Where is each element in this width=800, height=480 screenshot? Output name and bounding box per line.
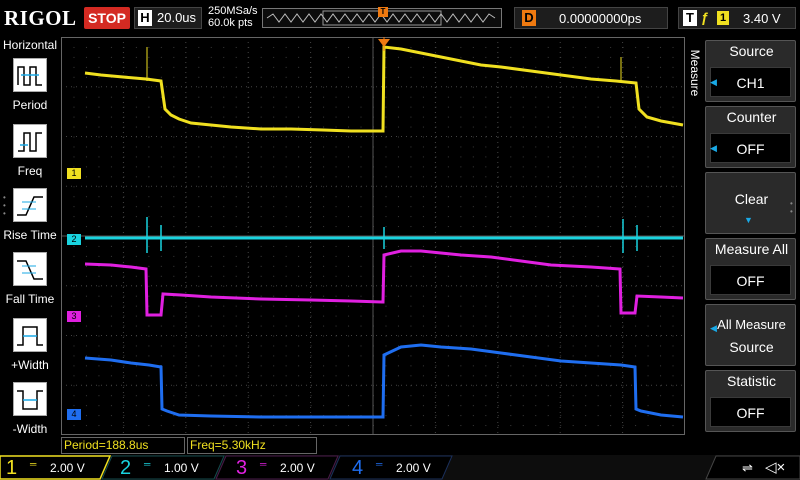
fall-time-icon [13, 252, 47, 286]
period-label: Period [12, 98, 48, 112]
measure-all-value: OFF [710, 265, 791, 295]
ch1-number: 1 [6, 457, 18, 479]
negative-width-icon [13, 382, 47, 416]
period-icon [13, 58, 47, 92]
ch3-number: 3 [236, 457, 248, 479]
positive-width-label: +Width [11, 358, 49, 372]
speaker-mute-icon[interactable]: ◁× [765, 458, 785, 476]
acquisition-info: 250MSa/s 60.0k pts [208, 5, 258, 29]
left-arrow-icon: ◀ [710, 323, 717, 333]
measure-all-softkey[interactable]: Measure All OFF [705, 238, 796, 300]
counter-value: OFF [710, 133, 791, 163]
measure-period-button[interactable]: Period [0, 58, 60, 122]
negative-width-label: -Width [12, 422, 48, 436]
source-softkey[interactable]: Source CH1 ◀ [705, 40, 796, 102]
ch1-ground-marker[interactable]: 1 [67, 168, 81, 179]
run-stop-button[interactable]: STOP [84, 7, 130, 29]
ch4-number: 4 [352, 457, 364, 479]
positive-width-icon [13, 318, 47, 352]
sample-rate: 250MSa/s [208, 5, 258, 17]
measure-freq-button[interactable]: Freq [0, 124, 60, 188]
ch4-scale: 2.00 V [396, 461, 431, 475]
measure-all-title: Measure All [714, 241, 789, 257]
page-indicator-icon: • • • [3, 193, 6, 218]
dc-coupling-icon: ═ [30, 459, 37, 469]
freq-label: Freq [17, 164, 43, 178]
menu-tab-label: Measure [688, 49, 702, 97]
dc-coupling-icon: ═ [144, 459, 151, 469]
ch4-status[interactable]: 4 ═ 2.00 V [346, 456, 456, 480]
ch1-status[interactable]: 1 ═ 2.00 V [0, 456, 110, 480]
clear-softkey[interactable]: Clear ▼ [705, 172, 796, 234]
clear-title: Clear [734, 191, 769, 207]
ch2-number: 2 [120, 457, 132, 479]
timebase-value: 20.0us [157, 10, 197, 25]
ch3-status[interactable]: 3 ═ 2.00 V [230, 456, 340, 480]
delay-value: 0.00000000ps [559, 11, 642, 26]
measure-negative-width-button[interactable]: -Width [0, 382, 60, 446]
left-arrow-icon: ◀ [710, 77, 717, 87]
usb-icon: ⇌ [742, 460, 753, 475]
rise-time-icon [13, 188, 47, 222]
all-measure-title: All Measure [717, 317, 786, 332]
trigger-source: 1 [717, 11, 729, 25]
measure-fall-time-button[interactable]: Fall Time [0, 252, 60, 316]
statistic-value: OFF [710, 397, 791, 427]
fall-time-label: Fall Time [5, 292, 55, 306]
ch3-scale: 2.00 V [280, 461, 315, 475]
counter-title: Counter [726, 109, 777, 125]
source-value: CH1 [710, 67, 791, 97]
dc-coupling-icon: ═ [376, 459, 383, 469]
ch1-scale: 2.00 V [50, 461, 85, 475]
rise-time-label: Rise Time [3, 228, 57, 242]
measure-positive-width-button[interactable]: +Width [0, 318, 60, 382]
memory-depth: 60.0k pts [208, 17, 253, 29]
all-measure-source-softkey[interactable]: All Measure Source ◀ [705, 304, 796, 366]
all-measure-source-title: Source [729, 339, 774, 355]
horizontal-label: H [138, 10, 152, 26]
rising-edge-icon: ƒ [701, 9, 709, 25]
ch2-ground-marker[interactable]: 2 [67, 234, 81, 245]
ch3-ground-marker[interactable]: 3 [67, 311, 81, 322]
counter-softkey[interactable]: Counter OFF ◀ [705, 106, 796, 168]
left-arrow-icon: ◀ [710, 143, 717, 153]
delay-label: D [522, 10, 536, 26]
waveform-display[interactable]: 1 2 3 4 [61, 37, 685, 435]
timebase-display[interactable]: H 20.0us [134, 7, 202, 29]
measure-category-panel: Horizontal Period Freq Rise Time Fall Ti… [0, 36, 60, 436]
freq-measurement: Freq=5.30kHz [187, 437, 317, 454]
statistic-softkey[interactable]: Statistic OFF [705, 370, 796, 432]
ch4-ground-marker[interactable]: 4 [67, 409, 81, 420]
period-measurement: Period=188.8us [61, 437, 185, 454]
brand-logo: RIGOL [4, 6, 77, 30]
measure-rise-time-button[interactable]: Rise Time [0, 188, 60, 252]
trigger-display[interactable]: T ƒ 1 3.40 V [678, 7, 796, 29]
trigger-level: 3.40 V [743, 11, 781, 26]
trigger-position-marker: T [378, 7, 388, 17]
delay-display[interactable]: D 0.00000000ps [514, 7, 668, 29]
ch2-scale: 1.00 V [164, 461, 199, 475]
menu-page-dots-icon: • • [790, 199, 793, 216]
down-arrow-icon: ▼ [744, 215, 753, 225]
trigger-label: T [683, 10, 697, 26]
statistic-title: Statistic [726, 373, 776, 389]
panel-title: Horizontal [2, 38, 58, 52]
waveform-canvas [61, 37, 685, 435]
ch2-status[interactable]: 2 ═ 1.00 V [114, 456, 224, 480]
dc-coupling-icon: ═ [260, 459, 267, 469]
freq-icon [13, 124, 47, 158]
menu-tab: Measure [686, 38, 703, 108]
source-title: Source [729, 43, 774, 59]
